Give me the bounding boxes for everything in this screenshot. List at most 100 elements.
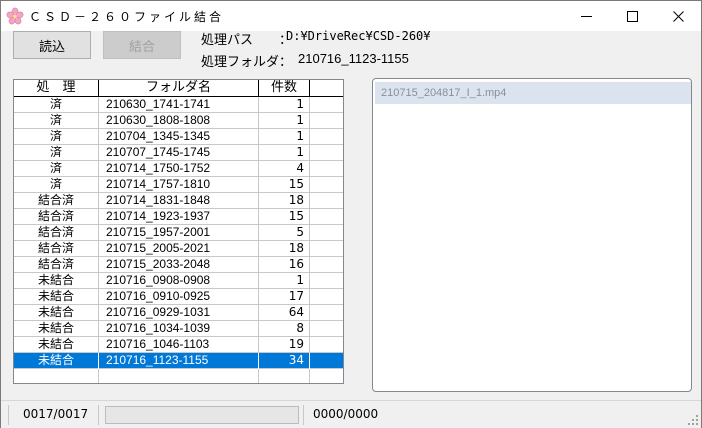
extra-cell <box>310 353 343 369</box>
extra-cell <box>310 321 343 337</box>
load-button[interactable]: 読込 <box>13 31 91 59</box>
table-row[interactable]: 結合済 210715_1957-2001 5 <box>14 225 343 241</box>
status-cell: 結合済 <box>14 241 99 257</box>
folder-cell: 210716_1123-1155 <box>99 353 259 369</box>
count-cell: 18 <box>259 193 310 209</box>
status-bar: 0017/0017 0000/0000 <box>1 400 701 428</box>
file-list[interactable]: 210715_204817_I_1.mp4 <box>372 78 692 392</box>
count-cell: 1 <box>259 113 310 129</box>
count-cell <box>259 369 310 383</box>
maximize-button[interactable] <box>609 1 655 31</box>
path-value: D:¥DriveRec¥CSD-260¥ <box>286 29 431 43</box>
folder-cell: 210716_0908-0908 <box>99 273 259 289</box>
status-cell: 未結合 <box>14 321 99 337</box>
table-row[interactable]: 済 210704_1345-1345 1 <box>14 129 343 145</box>
table-row[interactable]: 済 210714_1757-1810 15 <box>14 177 343 193</box>
header-count[interactable]: 件数 <box>259 80 310 97</box>
count-cell: 8 <box>259 321 310 337</box>
status-cell: 済 <box>14 113 99 129</box>
folder-label: 処理フォルダ： <box>201 55 293 70</box>
table-row[interactable]: 結合済 210714_1923-1937 15 <box>14 209 343 225</box>
count-cell: 64 <box>259 305 310 321</box>
table-row[interactable]: 結合済 210715_2005-2021 18 <box>14 241 343 257</box>
folder-cell <box>99 369 259 383</box>
count-cell: 15 <box>259 209 310 225</box>
table-row[interactable]: 未結合 210716_0929-1031 64 <box>14 305 343 321</box>
folder-cell: 210716_1046-1103 <box>99 337 259 353</box>
maximize-icon <box>626 10 638 22</box>
title-bar[interactable]: ＣＳＤ－２６０ファイル結合 <box>1 1 701 31</box>
extra-cell <box>310 289 343 305</box>
status-cell: 済 <box>14 161 99 177</box>
extra-cell <box>310 273 343 289</box>
count-cell: 18 <box>259 241 310 257</box>
extra-cell <box>310 337 343 353</box>
status-cell: 済 <box>14 97 99 113</box>
folder-cell: 210704_1345-1345 <box>99 129 259 145</box>
minimize-icon <box>580 15 592 17</box>
header-status[interactable]: 処 理 <box>14 80 99 97</box>
extra-cell <box>310 129 343 145</box>
folder-cell: 210630_1808-1808 <box>99 113 259 129</box>
folder-cell: 210630_1741-1741 <box>99 97 259 113</box>
count-cell: 15 <box>259 177 310 193</box>
extra-cell <box>310 241 343 257</box>
status-cell: 未結合 <box>14 337 99 353</box>
resize-grip-icon[interactable] <box>687 414 699 426</box>
app-window: ＣＳＤ－２６０ファイル結合 読込 結合 処理パス ： D:¥DriveRec¥C… <box>0 0 702 428</box>
join-button[interactable]: 結合 <box>103 31 181 59</box>
extra-cell <box>310 209 343 225</box>
status-cell: 済 <box>14 177 99 193</box>
table-row[interactable]: 結合済 210715_2033-2048 16 <box>14 257 343 273</box>
count-cell: 34 <box>259 353 310 369</box>
count-cell: 1 <box>259 129 310 145</box>
minimize-button[interactable] <box>563 1 609 31</box>
extra-cell <box>310 145 343 161</box>
count-cell: 1 <box>259 145 310 161</box>
extra-cell <box>310 97 343 113</box>
status-cell: 未結合 <box>14 305 99 321</box>
grid-header: 処 理 フォルダ名 件数 <box>14 80 343 97</box>
extra-cell <box>310 305 343 321</box>
close-button[interactable] <box>655 1 701 31</box>
table-row[interactable]: 未結合 210716_1046-1103 19 <box>14 337 343 353</box>
table-row[interactable]: 未結合 210716_1034-1039 8 <box>14 321 343 337</box>
table-row[interactable]: 済 210707_1745-1745 1 <box>14 145 343 161</box>
extra-cell <box>310 193 343 209</box>
close-icon <box>672 10 684 22</box>
folder-value: 210716_1123-1155 <box>298 51 409 66</box>
folder-cell: 210716_1034-1039 <box>99 321 259 337</box>
progress-bar <box>105 406 299 424</box>
folder-grid[interactable]: 処 理 フォルダ名 件数 済 210630_1741-1741 1 済 210630_1… <box>13 79 344 384</box>
status-cell: 未結合 <box>14 289 99 305</box>
table-row[interactable]: 済 210630_1741-1741 1 <box>14 97 343 113</box>
file-progress-text: 0000/0000 <box>313 407 379 421</box>
folder-cell: 210715_1957-2001 <box>99 225 259 241</box>
count-cell: 19 <box>259 337 310 353</box>
folder-cell: 210715_2033-2048 <box>99 257 259 273</box>
table-row[interactable]: 済 210630_1808-1808 1 <box>14 113 343 129</box>
extra-cell <box>310 257 343 273</box>
table-row[interactable]: 済 210714_1750-1752 4 <box>14 161 343 177</box>
count-cell: 16 <box>259 257 310 273</box>
table-row[interactable] <box>14 369 343 383</box>
table-row[interactable]: 未結合 210716_0910-0925 17 <box>14 289 343 305</box>
header-folder[interactable]: フォルダ名 <box>99 80 259 97</box>
extra-cell <box>310 177 343 193</box>
status-cell: 結合済 <box>14 193 99 209</box>
table-row[interactable]: 未結合 210716_0908-0908 1 <box>14 273 343 289</box>
window-title: ＣＳＤ－２６０ファイル結合 <box>29 10 225 24</box>
status-cell: 済 <box>14 129 99 145</box>
file-item[interactable]: 210715_204817_I_1.mp4 <box>375 82 691 104</box>
table-row[interactable]: 未結合 210716_1123-1155 34 <box>14 353 343 369</box>
table-row[interactable]: 結合済 210714_1831-1848 18 <box>14 193 343 209</box>
status-cell: 結合済 <box>14 225 99 241</box>
status-cell: 済 <box>14 145 99 161</box>
status-cell: 結合済 <box>14 257 99 273</box>
folder-cell: 210714_1923-1937 <box>99 209 259 225</box>
status-cell: 未結合 <box>14 353 99 369</box>
count-cell: 17 <box>259 289 310 305</box>
extra-cell <box>310 161 343 177</box>
folder-cell: 210707_1745-1745 <box>99 145 259 161</box>
status-cell <box>14 369 99 383</box>
